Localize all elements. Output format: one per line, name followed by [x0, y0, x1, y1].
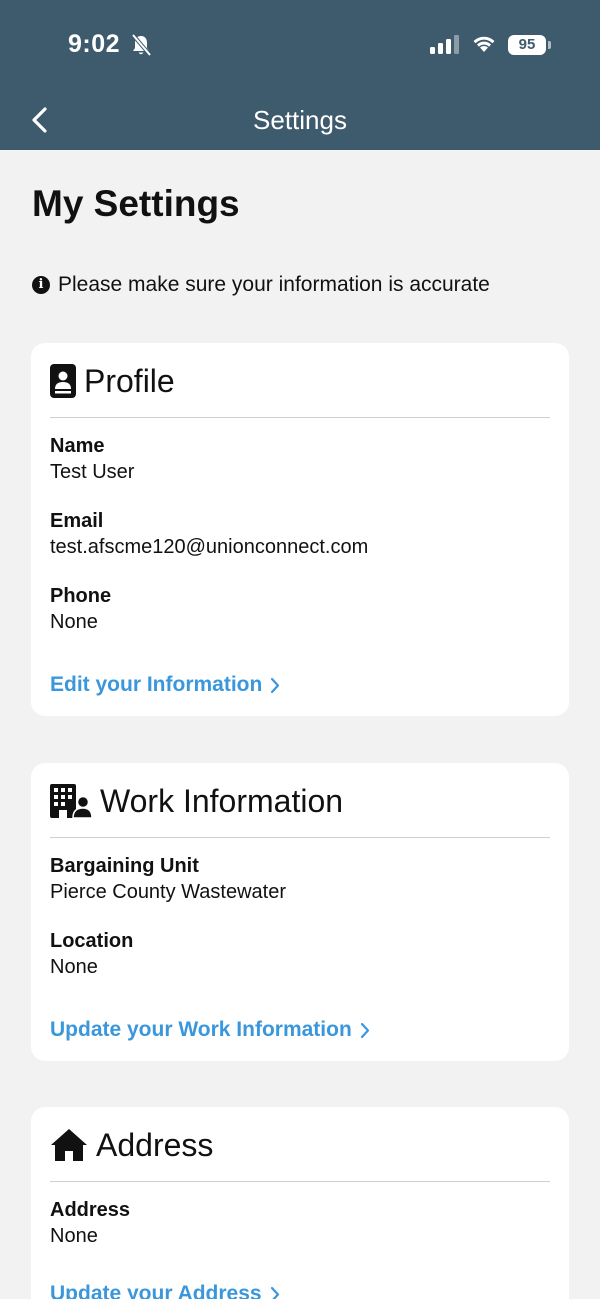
update-address-link[interactable]: Update your Address	[50, 1282, 280, 1299]
field-value: Pierce County Wastewater	[50, 881, 287, 903]
address-card-title: Address	[96, 1127, 214, 1163]
battery-icon: 95	[508, 35, 551, 55]
address-field: Address None	[50, 1197, 130, 1249]
battery-level: 95	[518, 36, 536, 53]
field-label: Email	[50, 510, 104, 532]
field-label: Name	[50, 435, 105, 457]
field-label: Phone	[50, 585, 112, 607]
info-icon: i	[32, 276, 50, 294]
field-value: test.afscme120@unionconnect.com	[50, 536, 369, 558]
address-card: Address Address None Update your Address	[31, 1107, 569, 1299]
edit-information-link[interactable]: Edit your Information	[50, 673, 280, 697]
bell-slash-icon	[131, 33, 152, 57]
nav-bar: Settings	[0, 90, 600, 150]
work-location-field: Location None	[50, 928, 133, 980]
work-card-header: Work Information	[50, 781, 550, 838]
signal-icon	[430, 35, 459, 54]
work-card-title: Work Information	[100, 783, 344, 819]
link-label: Edit your Information	[50, 673, 263, 696]
link-label: Update your Address	[50, 1282, 262, 1299]
profile-card: Profile Name Test User Email test.afscme…	[31, 343, 569, 716]
work-bargaining-unit-field: Bargaining Unit Pierce County Wastewater	[50, 853, 286, 905]
contact-card-icon	[50, 364, 76, 398]
field-label: Location	[50, 930, 134, 952]
field-label: Bargaining Unit	[50, 855, 199, 877]
building-user-icon	[50, 784, 92, 818]
status-bar: 9:02 95	[0, 0, 600, 90]
nav-title: Settings	[253, 105, 347, 135]
field-value: None	[50, 956, 98, 978]
chevron-right-icon	[360, 1022, 369, 1038]
house-icon	[51, 1129, 87, 1161]
update-work-information-link[interactable]: Update your Work Information	[50, 1018, 370, 1042]
link-label: Update your Work Information	[50, 1018, 352, 1041]
profile-phone-field: Phone None	[50, 583, 111, 635]
profile-name-field: Name Test User	[50, 433, 134, 485]
chevron-right-icon	[270, 1286, 279, 1299]
field-value: None	[50, 611, 98, 633]
work-card: Work Information Bargaining Unit Pierce …	[31, 763, 569, 1061]
profile-card-header: Profile	[50, 361, 550, 418]
notice-text: Please make sure your information is acc…	[58, 273, 490, 296]
profile-email-field: Email test.afscme120@unionconnect.com	[50, 508, 368, 560]
page-title: My Settings	[32, 183, 240, 224]
address-card-header: Address	[50, 1125, 550, 1182]
profile-card-title: Profile	[84, 363, 175, 399]
chevron-right-icon	[271, 677, 280, 693]
field-label: Address	[50, 1199, 131, 1221]
status-time: 9:02	[68, 30, 121, 58]
field-value: Test User	[50, 461, 135, 483]
field-value: None	[50, 1225, 98, 1247]
wifi-icon	[473, 36, 495, 52]
accuracy-notice: i Please make sure your information is a…	[32, 273, 490, 297]
